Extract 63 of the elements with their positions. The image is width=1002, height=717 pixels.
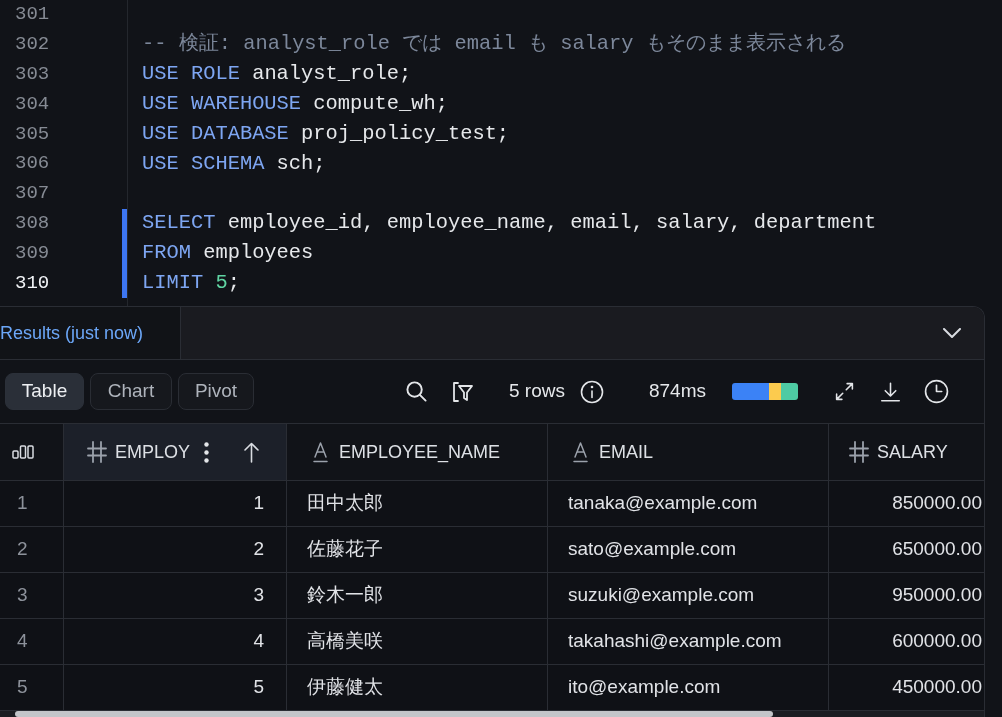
- line-number: 301: [15, 5, 50, 25]
- code-line: SELECT employee_id, employee_name, email, salary, department: [142, 213, 877, 234]
- table-cell: 600000.00: [829, 619, 984, 665]
- scrollbar-thumb[interactable]: [15, 711, 773, 717]
- code-line: USE SCHEMA sch;: [142, 153, 326, 175]
- table-cell: 1: [64, 481, 287, 527]
- kebab-menu-icon[interactable]: [204, 441, 210, 463]
- expand-icon[interactable]: [834, 381, 855, 402]
- chevron-down-icon[interactable]: [943, 328, 961, 338]
- hash-icon: [87, 441, 107, 463]
- text-type-icon: [313, 441, 328, 463]
- download-icon[interactable]: [880, 380, 901, 403]
- view-tab[interactable]: Chart: [90, 373, 172, 410]
- table-cell: 佐藤花子: [287, 527, 548, 573]
- line-number: 308: [15, 213, 50, 233]
- text-type-icon: [573, 441, 588, 463]
- table-cell: 650000.00: [829, 527, 984, 573]
- line-number: 302: [15, 35, 50, 55]
- clock-icon[interactable]: [924, 379, 949, 404]
- code-line: USE WAREHOUSE compute_wh;: [142, 94, 448, 115]
- timing-breakdown-bar: [732, 383, 798, 400]
- line-number: 309: [15, 243, 50, 263]
- row-number: 3: [0, 573, 64, 619]
- table-cell: takahashi@example.com: [548, 619, 829, 665]
- line-number: 307: [15, 184, 50, 204]
- query-duration: 874ms: [648, 379, 706, 404]
- code-line: USE ROLE analyst_role;: [142, 64, 412, 85]
- code-line: USE DATABASE proj_policy_test;: [142, 123, 510, 145]
- line-number: 303: [15, 65, 50, 84]
- table-cell: 3: [64, 573, 287, 619]
- sort-up-arrow-icon[interactable]: [244, 441, 260, 463]
- bar-chart-icon[interactable]: [12, 445, 34, 459]
- info-icon[interactable]: [579, 379, 604, 404]
- hash-icon: [849, 441, 869, 463]
- table-cell: 4: [64, 619, 287, 665]
- table-cell: suzuki@example.com: [548, 573, 829, 619]
- search-icon[interactable]: [405, 380, 428, 403]
- table-cell: 850000.00: [829, 481, 984, 527]
- code-line: FROM employees: [142, 243, 314, 264]
- table-cell: tanaka@example.com: [548, 481, 829, 527]
- row-number: 4: [0, 619, 64, 665]
- view-tab[interactable]: Table: [5, 373, 84, 410]
- code-line: -- 検証: analyst_role では email も salary もそのまま表示される: [142, 34, 846, 55]
- table-cell: 950000.00: [829, 573, 984, 619]
- table-cell: sato@example.com: [548, 527, 829, 573]
- filter-icon[interactable]: [452, 379, 474, 404]
- table-cell: 2: [64, 527, 287, 573]
- column-header[interactable]: EMPLOY: [64, 424, 287, 481]
- column-header[interactable]: EMAIL: [548, 424, 829, 481]
- table-cell: 鈴木一郎: [287, 573, 548, 619]
- line-number: 305: [15, 124, 50, 144]
- row-number: 1: [0, 481, 64, 527]
- row-number: 2: [0, 527, 64, 573]
- line-number: 304: [15, 94, 50, 114]
- results-tab[interactable]: Results (just now): [0, 307, 181, 359]
- line-number: 310: [15, 273, 50, 293]
- row-count: 5 rows: [509, 379, 565, 404]
- code-line: LIMIT 5;: [142, 272, 240, 294]
- line-number: 306: [15, 154, 50, 174]
- table-cell: 高橋美咲: [287, 619, 548, 665]
- table-cell: 田中太郎: [287, 481, 548, 527]
- column-header[interactable]: EMPLOYEE_NAME: [287, 424, 548, 481]
- view-tab[interactable]: Pivot: [178, 373, 254, 410]
